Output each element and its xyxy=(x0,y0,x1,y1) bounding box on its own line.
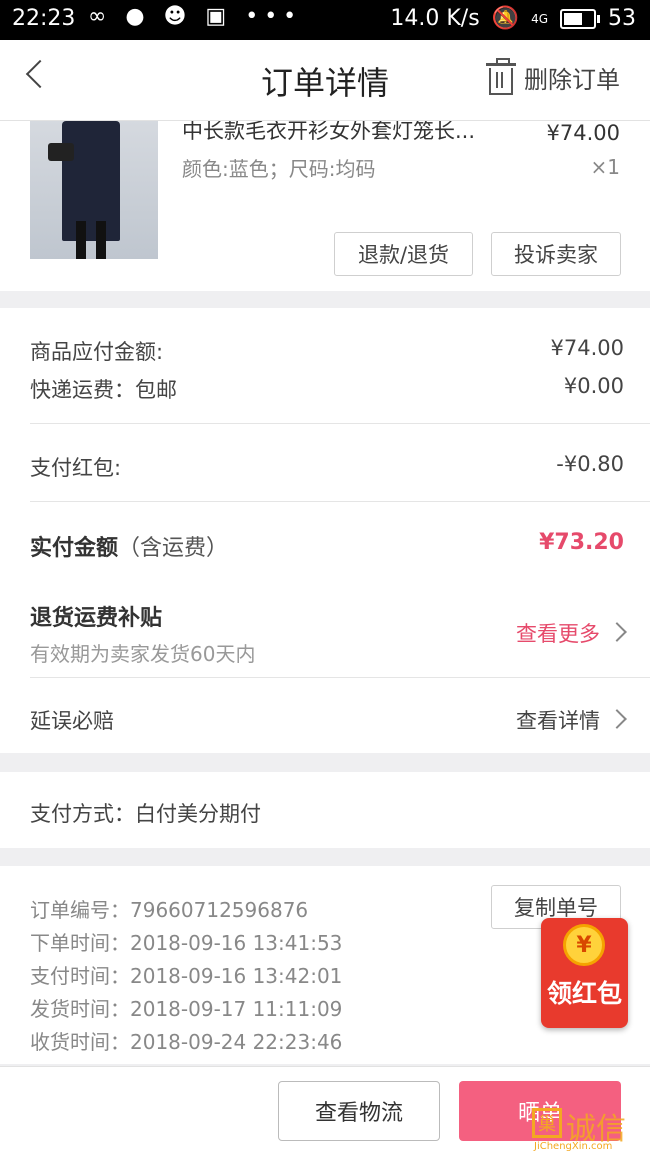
delay-label: 延误必赔 xyxy=(30,709,114,733)
goods-amount-label: 商品应付金额: xyxy=(30,340,164,364)
product-quantity: ×1 xyxy=(590,155,620,179)
signal-icon: 4G xyxy=(531,11,548,26)
divider xyxy=(30,501,650,502)
redpacket-value: -¥0.80 xyxy=(556,452,624,476)
product-card: 中长款毛衣开衫女外套灯笼长... ¥74.00 颜色:蓝色；尺码:均码 ×1 退… xyxy=(0,121,650,291)
nav-bar: 订单详情 删除订单 xyxy=(0,40,650,121)
shipping-value: ¥0.00 xyxy=(563,374,624,398)
view-logistics-button[interactable]: 查看物流 xyxy=(278,1081,440,1141)
divider xyxy=(30,423,650,424)
return-subsidy-row[interactable]: 退货运费补贴 有效期为卖家发货60天内 查看更多 xyxy=(30,600,627,667)
payment-method: 支付方式：白付美分期付 xyxy=(30,802,261,826)
product-spec: 颜色:蓝色；尺码:均码 xyxy=(182,157,376,181)
goods-amount-value: ¥74.00 xyxy=(550,336,624,360)
order-time: 下单时间：2018-09-16 13:41:53 xyxy=(30,931,343,955)
receive-time: 收货时间：2018-09-24 22:23:46 xyxy=(30,1030,343,1054)
trash-icon xyxy=(486,57,516,95)
watermark-logo-icon: 巢 xyxy=(532,1108,562,1138)
product-image[interactable] xyxy=(30,121,158,259)
return-subsidy-link-label: 查看更多 xyxy=(516,622,600,646)
divider xyxy=(30,677,650,678)
claim-redpacket-label: 领红包 xyxy=(546,979,622,1008)
pay-time: 支付时间：2018-09-16 13:42:01 xyxy=(30,964,343,988)
delay-link[interactable]: 查看详情 xyxy=(516,705,627,735)
redpacket-row: 支付红包: -¥0.80 xyxy=(30,452,624,482)
order-number: 订单编号：79660712596876 xyxy=(30,898,309,922)
delay-link-label: 查看详情 xyxy=(516,709,600,733)
product-price: ¥74.00 xyxy=(546,121,620,145)
paid-amount-suffix: （含运费） xyxy=(118,536,229,561)
delete-order-button[interactable]: 删除订单 xyxy=(486,57,620,95)
coin-icon: ¥ xyxy=(563,924,605,966)
product-name[interactable]: 中长款毛衣开衫女外套灯笼长... xyxy=(182,121,475,145)
payment-summary: 商品应付金额: ¥74.00 快递运费：包邮 ¥0.00 支付红包: -¥0.8… xyxy=(0,308,650,753)
paid-amount-value: ¥73.20 xyxy=(539,530,624,555)
redpacket-label: 支付红包: xyxy=(30,456,122,480)
battery-level: 53 xyxy=(608,6,636,31)
delay-compensation-row[interactable]: 延误必赔 查看详情 xyxy=(30,705,627,735)
refund-button[interactable]: 退款/退货 xyxy=(334,232,473,276)
status-bar: 22:23 ∞ ● ☻ ▣ ••• 14.0 K/s 🔕 4G 53 xyxy=(0,0,650,40)
net-speed: 14.0 K/s xyxy=(390,6,480,31)
battery-icon xyxy=(560,8,600,29)
goods-amount-row: 商品应付金额: ¥74.00 xyxy=(30,336,624,366)
status-right: 14.0 K/s 🔕 4G 53 xyxy=(390,6,636,31)
mute-icon: 🔕 xyxy=(491,6,520,31)
notification-icons: ∞ ● ☻ ▣ ••• xyxy=(88,4,303,29)
watermark: 巢 诚信 JiChengXin.com xyxy=(528,1100,650,1155)
watermark-url: JiChengXin.com xyxy=(534,1141,613,1152)
claim-redpacket-button[interactable]: ¥ 领红包 xyxy=(541,918,628,1028)
status-time: 22:23 xyxy=(12,6,76,31)
complain-seller-button[interactable]: 投诉卖家 xyxy=(491,232,621,276)
shipping-row: 快递运费：包邮 ¥0.00 xyxy=(30,374,624,404)
return-subsidy-link[interactable]: 查看更多 xyxy=(516,618,627,648)
chevron-right-icon xyxy=(607,622,627,642)
payment-method-card: 支付方式：白付美分期付 xyxy=(0,772,650,848)
delete-order-label: 删除订单 xyxy=(524,66,620,94)
ship-time: 发货时间：2018-09-17 11:11:09 xyxy=(30,997,343,1021)
shipping-label: 快递运费：包邮 xyxy=(30,378,177,402)
paid-amount-label: 实付金额 xyxy=(30,536,119,561)
paid-amount-row: 实付金额（含运费） ¥73.20 xyxy=(30,530,624,562)
chevron-right-icon xyxy=(607,709,627,729)
